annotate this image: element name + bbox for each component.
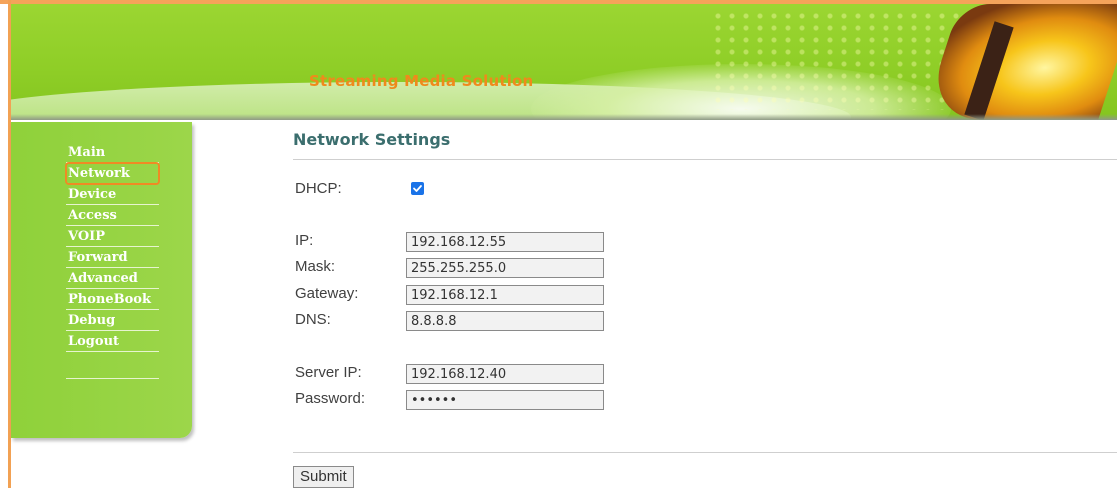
sidebar-divider [66, 378, 159, 379]
dns-label: DNS: [295, 311, 331, 328]
mask-field[interactable] [406, 258, 604, 278]
dhcp-label: DHCP: [295, 180, 342, 197]
gateway-label: Gateway: [295, 285, 359, 302]
submit-button[interactable]: Submit [293, 466, 354, 488]
sidebar-item-voip[interactable]: VOIP [66, 226, 159, 247]
mask-label: Mask: [295, 258, 336, 275]
gateway-field[interactable] [406, 285, 604, 305]
sidebar-menu: Main Network Device Access VOIP Forward … [65, 142, 160, 379]
server-ip-label: Server IP: [295, 364, 362, 381]
server-ip-field[interactable] [406, 364, 604, 384]
banner-dots-pattern [711, 10, 971, 110]
sidebar-item-access[interactable]: Access [66, 205, 159, 226]
password-label: Password: [295, 390, 366, 407]
banner-title: Streaming Media Solution [309, 72, 534, 90]
sidebar-item-forward[interactable]: Forward [66, 247, 159, 268]
checkmark-icon [413, 185, 422, 192]
banner-bottom-shadow [11, 114, 1117, 120]
dhcp-checkbox[interactable] [411, 182, 424, 195]
password-field[interactable] [406, 390, 604, 410]
sidebar-item-logout[interactable]: Logout [66, 331, 159, 352]
header-banner [11, 4, 1117, 120]
sidebar-item-device[interactable]: Device [66, 184, 159, 205]
page-title: Network Settings [293, 130, 451, 149]
sidebar-item-network[interactable]: Network [65, 162, 160, 185]
dns-field[interactable] [406, 311, 604, 331]
title-divider [293, 159, 1117, 160]
sidebar-item-main[interactable]: Main [66, 142, 159, 163]
sidebar: Main Network Device Access VOIP Forward … [11, 122, 192, 438]
ip-field[interactable] [406, 232, 604, 252]
form-divider [293, 452, 1117, 453]
sidebar-item-advanced[interactable]: Advanced [66, 268, 159, 289]
sidebar-item-debug[interactable]: Debug [66, 310, 159, 331]
sidebar-item-phonebook[interactable]: PhoneBook [66, 289, 159, 310]
ip-label: IP: [295, 232, 314, 249]
